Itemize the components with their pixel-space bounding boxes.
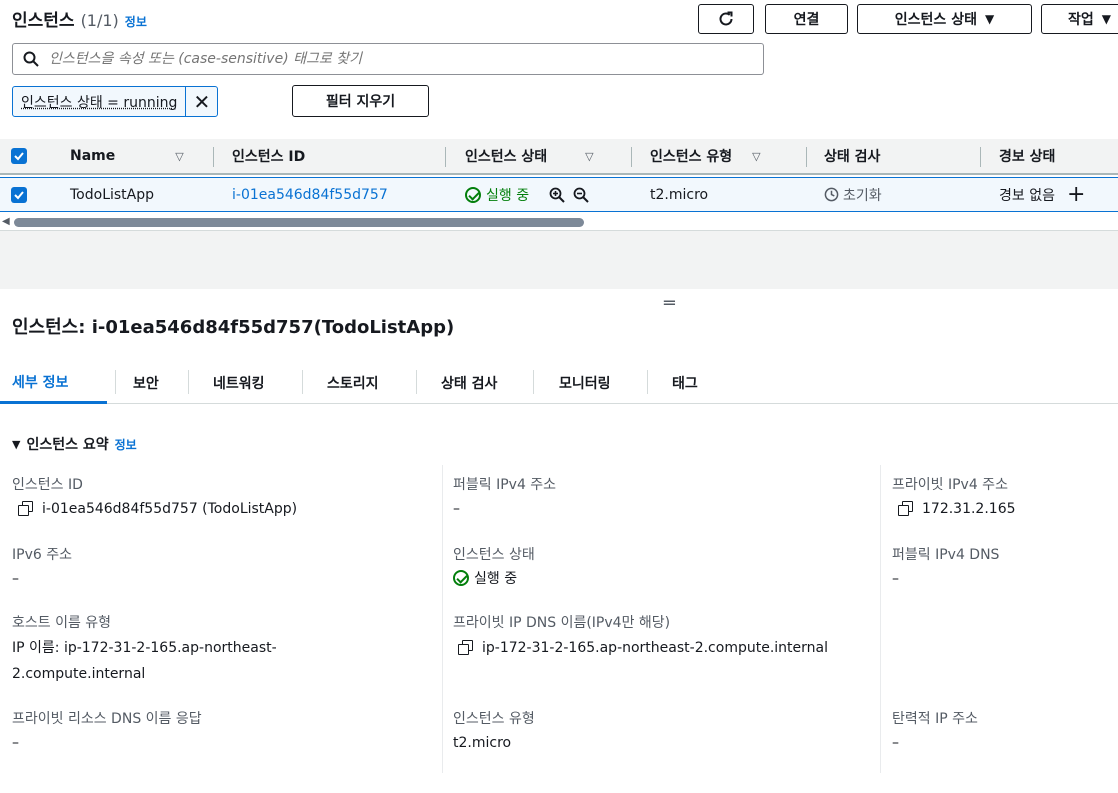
public-dns-label: 퍼블릭 IPv4 DNS	[892, 547, 1000, 563]
column-header-instance-state[interactable]: 인스턴스 상태 ▽	[465, 139, 594, 173]
elastic-ip-value: –	[892, 735, 899, 751]
column-header-name[interactable]: Name ▽	[70, 139, 184, 173]
private-dns-value: ip-172-31-2-165.ap-northeast-2.compute.i…	[458, 635, 828, 661]
check-icon	[14, 191, 24, 200]
private-ipv4-label: 프라이빗 IPv4 주소	[892, 477, 1008, 493]
column-header-alarm-status[interactable]: 경보 상태	[999, 139, 1055, 173]
zoom-out-icon[interactable]	[573, 187, 589, 203]
table-header: Name ▽ 인스턴스 ID 인스턴스 상태 ▽ 인스턴스 유형 ▽ 상태 검사…	[0, 139, 1118, 175]
summary-section-header[interactable]: ▼ 인스턴스 요약 정보	[12, 434, 137, 454]
split-panel-gap	[0, 231, 1118, 289]
row-status-check: 초기화	[824, 178, 882, 211]
private-ipv4-value: 172.31.2.165	[898, 496, 1016, 522]
public-ipv4-label: 퍼블릭 IPv4 주소	[453, 477, 557, 493]
row-instance-id-link[interactable]: i-01ea546d84f55d757	[232, 178, 388, 211]
search-input[interactable]	[49, 51, 729, 67]
refresh-icon	[719, 11, 733, 26]
public-ipv4-value: –	[453, 501, 460, 517]
scroll-left-icon[interactable]: ◀	[2, 216, 10, 227]
summary-title: 인스턴스 요약	[26, 437, 109, 453]
instance-type-label: 인스턴스 유형	[453, 711, 535, 727]
instance-state-value: 실행 중	[453, 566, 517, 592]
sort-icon[interactable]: ▽	[752, 150, 760, 163]
copy-icon[interactable]	[898, 501, 913, 516]
hostname-type-value: IP 이름: ip-172-31-2-165.ap-northeast- 2.c…	[12, 640, 277, 682]
row-name: TodoListApp	[70, 186, 155, 203]
column-header-status-check[interactable]: 상태 검사	[824, 139, 880, 173]
zoom-in-icon[interactable]	[549, 187, 565, 203]
instance-id-label: 인스턴스 ID	[12, 477, 83, 493]
private-resource-dns-value: –	[12, 735, 19, 751]
detail-tabs: 세부 정보 보안 네트워킹 스토리지 상태 검사 모니터링 태그	[0, 362, 1118, 404]
private-dns-label: 프라이빗 IP DNS 이름(IPv4만 해당)	[453, 615, 671, 631]
refresh-button[interactable]	[698, 4, 754, 34]
column-divider	[442, 465, 443, 773]
instance-state-label: 인스턴스 상태	[894, 12, 977, 28]
column-separator[interactable]	[980, 147, 981, 167]
table-row[interactable]: TodoListApp i-01ea546d84f55d757 실행 중 t2.…	[0, 177, 1118, 212]
resize-handle-icon[interactable]: ═	[664, 293, 675, 314]
hostname-type-label: 호스트 이름 유형	[12, 615, 112, 631]
clear-filters-label: 필터 지우기	[325, 94, 396, 110]
row-instance-state: 실행 중	[465, 178, 589, 211]
ipv6-label: IPv6 주소	[12, 547, 72, 563]
instance-id-value: i-01ea546d84f55d757 (TodoListApp)	[18, 496, 297, 522]
detail-title: 인스턴스: i-01ea546d84f55d757(TodoListApp)	[12, 317, 455, 338]
public-dns-value: –	[892, 571, 899, 587]
connect-button[interactable]: 연결	[765, 4, 848, 34]
caret-down-icon: ▼	[1101, 12, 1111, 26]
column-separator[interactable]	[445, 147, 446, 167]
ipv6-value: –	[12, 571, 19, 587]
clock-icon	[824, 187, 839, 202]
info-link[interactable]: 정보	[125, 13, 147, 30]
copy-icon[interactable]	[458, 640, 473, 655]
row-alarm-status: 경보 없음 +	[999, 182, 1086, 207]
caret-down-icon: ▼	[984, 12, 995, 26]
tab-status-checks[interactable]: 상태 검사	[441, 362, 497, 404]
clear-filters-button[interactable]: 필터 지우기	[292, 85, 429, 117]
tab-tags[interactable]: 태그	[672, 362, 698, 404]
tab-details[interactable]: 세부 정보	[0, 362, 107, 404]
add-icon[interactable]: +	[1067, 182, 1085, 207]
tab-monitoring[interactable]: 모니터링	[559, 362, 611, 404]
scrollbar-thumb[interactable]	[14, 218, 584, 227]
tab-storage[interactable]: 스토리지	[327, 362, 379, 404]
tab-security[interactable]: 보안	[133, 362, 159, 404]
column-header-instance-type[interactable]: 인스턴스 유형 ▽	[650, 139, 761, 173]
check-circle-icon	[465, 186, 481, 203]
summary-info-link[interactable]: 정보	[115, 436, 137, 453]
column-divider	[880, 465, 881, 773]
column-header-instance-id[interactable]: 인스턴스 ID	[232, 139, 305, 173]
instance-state-label: 인스턴스 상태	[453, 547, 535, 563]
instance-type-value: t2.micro	[453, 735, 512, 751]
column-separator[interactable]	[631, 147, 632, 167]
actions-dropdown[interactable]: 작업 ▼	[1041, 4, 1118, 34]
filter-token[interactable]: 인스턴스 상태 = running ✕	[12, 86, 219, 117]
sort-icon[interactable]: ▽	[175, 150, 183, 163]
copy-icon[interactable]	[18, 501, 33, 516]
select-all-checkbox[interactable]	[11, 148, 27, 164]
private-resource-dns-label: 프라이빗 리소스 DNS 이름 응답	[12, 711, 202, 727]
actions-label: 작업	[1068, 12, 1094, 28]
instance-state-dropdown[interactable]: 인스턴스 상태 ▼	[857, 4, 1032, 34]
page-header: 인스턴스 (1/1) 정보	[12, 6, 147, 32]
check-icon	[14, 152, 24, 161]
filter-token-text[interactable]: 인스턴스 상태 = running	[13, 87, 185, 116]
connect-label: 연결	[793, 12, 820, 28]
row-instance-type: t2.micro	[650, 186, 709, 203]
check-circle-icon	[453, 570, 469, 586]
page-title: 인스턴스	[12, 11, 75, 31]
sort-icon[interactable]: ▽	[585, 150, 593, 163]
row-checkbox[interactable]	[11, 187, 27, 203]
tab-networking[interactable]: 네트워킹	[213, 362, 265, 404]
elastic-ip-label: 탄력적 IP 주소	[892, 711, 978, 727]
column-separator[interactable]	[806, 147, 807, 167]
search-icon	[23, 51, 39, 67]
close-icon[interactable]: ✕	[185, 87, 217, 116]
column-separator[interactable]	[213, 147, 214, 167]
search-box[interactable]	[12, 43, 764, 75]
caret-down-icon: ▼	[12, 437, 21, 451]
instance-count: (1/1)	[80, 11, 119, 30]
